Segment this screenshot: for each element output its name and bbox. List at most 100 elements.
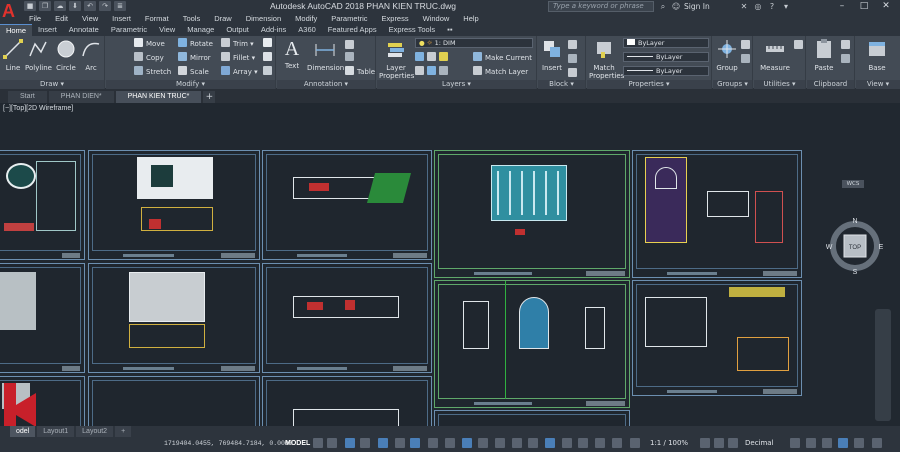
lock-icon[interactable]	[728, 438, 738, 448]
compass-east[interactable]: E	[879, 244, 884, 251]
close-button[interactable]: ✕	[874, 0, 898, 13]
grid-icon[interactable]	[313, 438, 323, 448]
dynamic-ucs-icon[interactable]	[495, 438, 505, 448]
plot-icon[interactable]: ⬇	[69, 1, 81, 11]
drawing-sheet[interactable]	[262, 150, 432, 260]
menu-insert[interactable]: Insert	[105, 13, 138, 24]
tab-model[interactable]: odel	[10, 426, 36, 437]
model-space-button[interactable]: MODEL	[281, 438, 314, 449]
arc-button[interactable]: Arc	[80, 38, 102, 72]
paste-button[interactable]: Paste	[811, 38, 837, 72]
undo-icon[interactable]: ↶	[84, 1, 96, 11]
ortho-icon[interactable]	[345, 438, 355, 448]
text-button[interactable]: A Text	[280, 38, 304, 70]
customization-icon[interactable]	[872, 438, 882, 448]
view-panel-label[interactable]: View ▾	[856, 80, 900, 89]
annotation-visibility-icon[interactable]	[545, 438, 555, 448]
annotation-scale-icon[interactable]	[578, 438, 588, 448]
group-button[interactable]: Group	[715, 38, 739, 72]
polyline-button[interactable]: Polyline	[25, 38, 52, 72]
quick-select-icon[interactable]	[794, 40, 806, 51]
gizmo-icon[interactable]	[528, 438, 538, 448]
selection-filter-icon[interactable]	[512, 438, 522, 448]
linetype-dropdown[interactable]: ByLayer	[623, 52, 709, 62]
modify-panel-label[interactable]: Modify ▾	[106, 80, 275, 89]
leader-icon[interactable]	[345, 52, 357, 63]
tab-express-tools[interactable]: Express Tools	[383, 24, 442, 36]
utilities-panel-label[interactable]: Utilities ▾	[754, 80, 805, 89]
drawing-sheet[interactable]	[262, 376, 432, 426]
maximize-button[interactable]: □	[852, 0, 876, 13]
menu-window[interactable]: Window	[416, 13, 457, 24]
tab-layout2[interactable]: Layout2	[76, 426, 114, 437]
units-dropdown[interactable]: Decimal	[745, 438, 774, 449]
tab-home[interactable]: Home	[0, 24, 33, 36]
tab-add-ins[interactable]: Add-ins	[255, 24, 292, 36]
compass-north[interactable]: N	[852, 218, 857, 225]
tab-annotate[interactable]: Annotate	[63, 24, 105, 36]
clipboard-panel-label[interactable]: Clipboard	[807, 80, 854, 89]
layer-icons-row-1[interactable]	[415, 52, 451, 63]
polar-icon[interactable]	[360, 438, 370, 448]
plus-icon[interactable]	[714, 438, 724, 448]
tab-featured-apps[interactable]: Featured Apps	[322, 24, 383, 36]
drawing-sheet[interactable]	[0, 150, 85, 260]
transparency-icon[interactable]	[445, 438, 455, 448]
sign-in-link[interactable]: Sign In	[684, 1, 710, 12]
search-input[interactable]: Type a keyword or phrase	[548, 1, 654, 12]
save-icon[interactable]: ☁	[54, 1, 66, 11]
group-edit-icon[interactable]	[741, 54, 753, 65]
menu-format[interactable]: Format	[138, 13, 176, 24]
compass-south[interactable]: S	[853, 269, 858, 275]
minimize-button[interactable]: –	[830, 0, 854, 13]
clean-screen-icon[interactable]	[854, 438, 864, 448]
insert-block-button[interactable]: Insert	[540, 38, 564, 72]
trim-button[interactable]: Trim ▾	[221, 38, 254, 49]
multileader-icon[interactable]	[345, 40, 357, 51]
measure-button[interactable]: Measure	[758, 38, 792, 72]
layers-panel-label[interactable]: Layers ▾	[377, 80, 536, 89]
lock-ui-icon[interactable]	[806, 438, 816, 448]
match-layer-button[interactable]: Match Layer	[473, 66, 528, 77]
chevron-down-icon[interactable]: ▾	[780, 1, 792, 12]
tab-parametric[interactable]: Parametric	[105, 24, 153, 36]
drawing-sheet[interactable]	[88, 263, 260, 373]
annotation-panel-label[interactable]: Annotation ▾	[277, 80, 375, 89]
menu-express[interactable]: Express	[375, 13, 416, 24]
menu-parametric[interactable]: Parametric	[324, 13, 374, 24]
layer-properties-button[interactable]: Layer Properties	[379, 38, 414, 80]
quick-properties-icon[interactable]	[790, 438, 800, 448]
drawing-sheet[interactable]	[262, 263, 432, 373]
copy-button[interactable]: Copy	[134, 52, 164, 63]
object-snap-icon[interactable]	[395, 438, 405, 448]
block-panel-label[interactable]: Block ▾	[538, 80, 585, 89]
object-tracking-icon[interactable]	[410, 438, 420, 448]
user-icon[interactable]: ☺	[670, 1, 682, 12]
help-icon[interactable]: ?	[766, 1, 778, 12]
view-cube[interactable]: TOP N S E W	[826, 217, 884, 275]
exchange-icon[interactable]: ✕	[738, 1, 750, 12]
menu-edit[interactable]: Edit	[48, 13, 75, 24]
copy-clip-icon[interactable]	[841, 54, 853, 65]
layer-icons-row-2[interactable]	[415, 66, 451, 77]
tab-manage[interactable]: Manage	[181, 24, 220, 36]
menu-help[interactable]: Help	[456, 13, 485, 24]
scale-button[interactable]: Scale	[178, 66, 209, 77]
lineweight-dropdown[interactable]: ByLayer	[623, 66, 709, 76]
menu-file[interactable]: File	[22, 13, 48, 24]
array-button[interactable]: Array ▾	[221, 66, 258, 77]
open-icon[interactable]: ❐	[39, 1, 51, 11]
stretch-button[interactable]: Stretch	[134, 66, 171, 77]
groups-panel-label[interactable]: Groups ▾	[713, 80, 752, 89]
match-properties-button[interactable]: Match Properties	[589, 38, 624, 80]
navigation-bar[interactable]	[875, 309, 891, 421]
rotate-button[interactable]: Rotate	[178, 38, 213, 49]
drawing-sheet[interactable]	[0, 263, 85, 373]
selection-cycling-icon[interactable]	[462, 438, 472, 448]
drawing-sheet[interactable]	[434, 280, 630, 408]
explode-icon[interactable]	[263, 52, 275, 63]
menu-dimension[interactable]: Dimension	[239, 13, 288, 24]
drawing-sheet[interactable]	[632, 280, 802, 396]
viewport-controls[interactable]: [−][Top][2D Wireframe]	[3, 105, 73, 112]
annotation-scale[interactable]: 1:1 / 100%	[650, 438, 688, 449]
